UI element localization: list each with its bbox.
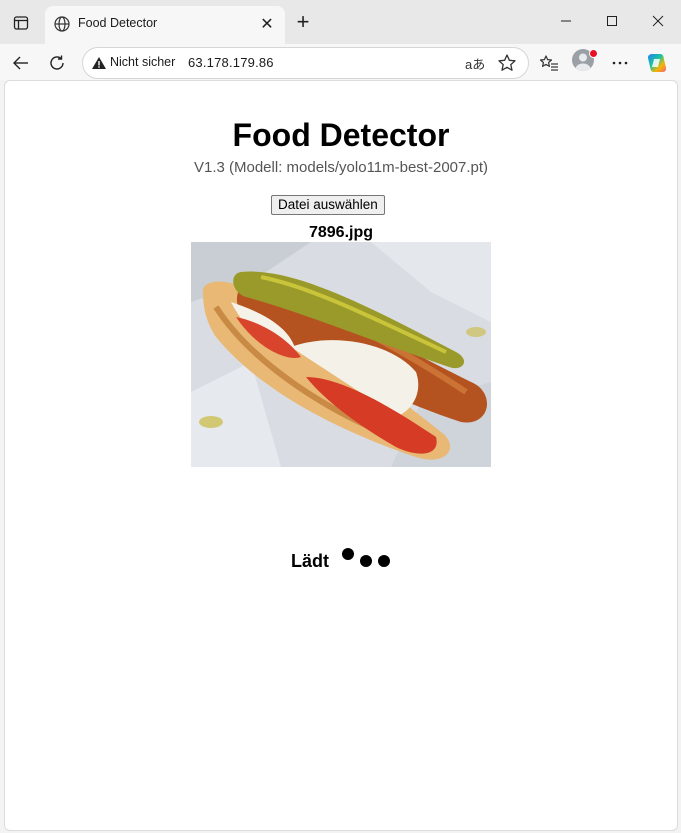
url-text[interactable]: 63.178.179.86 xyxy=(188,55,274,70)
profile-avatar[interactable] xyxy=(572,49,598,73)
food-image xyxy=(191,242,491,467)
notification-dot xyxy=(589,49,598,58)
browser-tab-active[interactable]: Food Detector ✕ xyxy=(45,6,285,44)
favorite-star-icon[interactable] xyxy=(497,53,517,73)
maximize-icon[interactable] xyxy=(589,8,635,34)
loading-dot xyxy=(342,548,354,560)
copilot-icon[interactable] xyxy=(643,49,671,77)
browser-titlebar: Food Detector ✕ + xyxy=(0,0,681,44)
tab-title: Food Detector xyxy=(78,16,158,30)
favorites-icon[interactable] xyxy=(535,49,563,77)
version-text: V1.3 (Modell: models/yolo11m-best-2007.p… xyxy=(193,159,489,176)
close-tab-icon[interactable]: ✕ xyxy=(257,14,277,34)
address-bar[interactable]: Nicht sicher 63.178.179.86 aあ xyxy=(82,47,529,79)
minimize-icon[interactable] xyxy=(543,8,589,34)
loading-dot xyxy=(360,555,372,567)
more-options-icon[interactable] xyxy=(606,49,634,77)
loading-text: Lädt xyxy=(291,551,329,571)
reload-icon[interactable] xyxy=(43,49,71,77)
warning-icon[interactable] xyxy=(91,55,107,71)
close-window-icon[interactable] xyxy=(635,8,681,34)
back-icon[interactable] xyxy=(7,49,35,77)
loading-dot xyxy=(378,555,390,567)
filename-label: 7896.jpg xyxy=(308,224,374,241)
page-title: Food Detector xyxy=(232,117,450,153)
translate-icon[interactable]: aあ xyxy=(465,54,485,73)
choose-file-button[interactable]: Datei auswählen xyxy=(271,195,385,215)
globe-icon xyxy=(53,15,71,33)
tab-actions-icon[interactable] xyxy=(10,12,32,34)
security-label[interactable]: Nicht sicher xyxy=(110,55,175,69)
new-tab-icon[interactable]: + xyxy=(291,9,315,34)
page-viewport: Food Detector V1.3 (Modell: models/yolo1… xyxy=(4,80,678,831)
